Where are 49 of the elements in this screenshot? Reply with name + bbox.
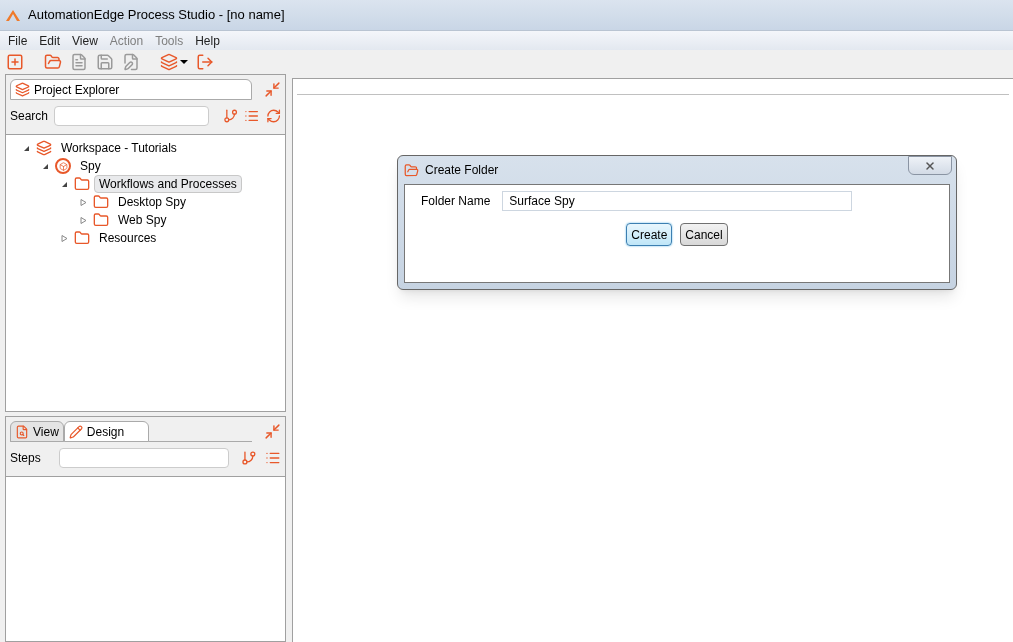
restore-icon[interactable]: [264, 423, 281, 440]
steps-search-field[interactable]: [59, 448, 230, 468]
document-search-icon: [15, 424, 29, 439]
tree-item[interactable]: Workspace - Tutorials: [56, 139, 182, 157]
folder-icon: [74, 176, 90, 192]
pencil-icon: [68, 424, 83, 439]
exit-icon[interactable]: [196, 53, 214, 71]
logo-icon: [6, 9, 20, 21]
tree-item[interactable]: Spy: [75, 157, 106, 175]
branch-icon[interactable]: [223, 108, 239, 124]
collapsed-arrow-icon[interactable]: [58, 234, 70, 242]
dialog-title: Create Folder: [425, 162, 499, 179]
close-button[interactable]: [908, 156, 952, 175]
project-explorer-tab[interactable]: Project Explorer: [10, 79, 252, 100]
panel-tab[interactable]: View: [10, 421, 64, 442]
layers-icon: [36, 140, 52, 156]
field-label: Folder Name: [421, 193, 491, 210]
menu-item[interactable]: Help: [195, 31, 220, 50]
menu-item[interactable]: File: [8, 31, 28, 50]
collapsed-arrow-icon[interactable]: [77, 198, 89, 206]
search-label: Search: [10, 108, 49, 125]
layers-icon: [15, 82, 30, 97]
folder-icon: [74, 230, 90, 246]
list-icon[interactable]: [244, 108, 260, 124]
folder-icon: [404, 162, 419, 178]
search-field[interactable]: [54, 106, 210, 126]
panel-tab[interactable]: Design: [63, 421, 150, 442]
dialog-button[interactable]: Create: [626, 223, 673, 246]
restore-icon[interactable]: [264, 81, 281, 98]
folder-icon[interactable]: [44, 53, 62, 71]
window-title: AutomationEdge Process Studio - [no name]: [28, 6, 285, 25]
folder-icon: [93, 212, 109, 228]
collapsed-arrow-icon[interactable]: [77, 216, 89, 224]
tree-item[interactable]: Web Spy: [113, 211, 172, 229]
folder-name-field[interactable]: Surface Spy: [502, 191, 853, 211]
branch-icon[interactable]: [241, 450, 258, 466]
close-icon: [924, 159, 936, 172]
steps-label: Steps: [10, 450, 42, 467]
menu-item[interactable]: View: [72, 31, 98, 50]
new-file-icon[interactable]: [6, 53, 24, 71]
tree-item[interactable]: Resources: [94, 229, 162, 247]
tree-item[interactable]: Workflows and Processes: [94, 175, 242, 193]
layers-dropdown-icon[interactable]: [160, 53, 188, 71]
dialog-button[interactable]: Cancel: [680, 223, 728, 246]
list-icon[interactable]: [265, 450, 281, 466]
refresh-icon[interactable]: [265, 108, 281, 124]
tree-item[interactable]: Desktop Spy: [113, 193, 192, 211]
menu-item[interactable]: Edit: [39, 31, 61, 50]
folder-icon: [93, 194, 109, 210]
